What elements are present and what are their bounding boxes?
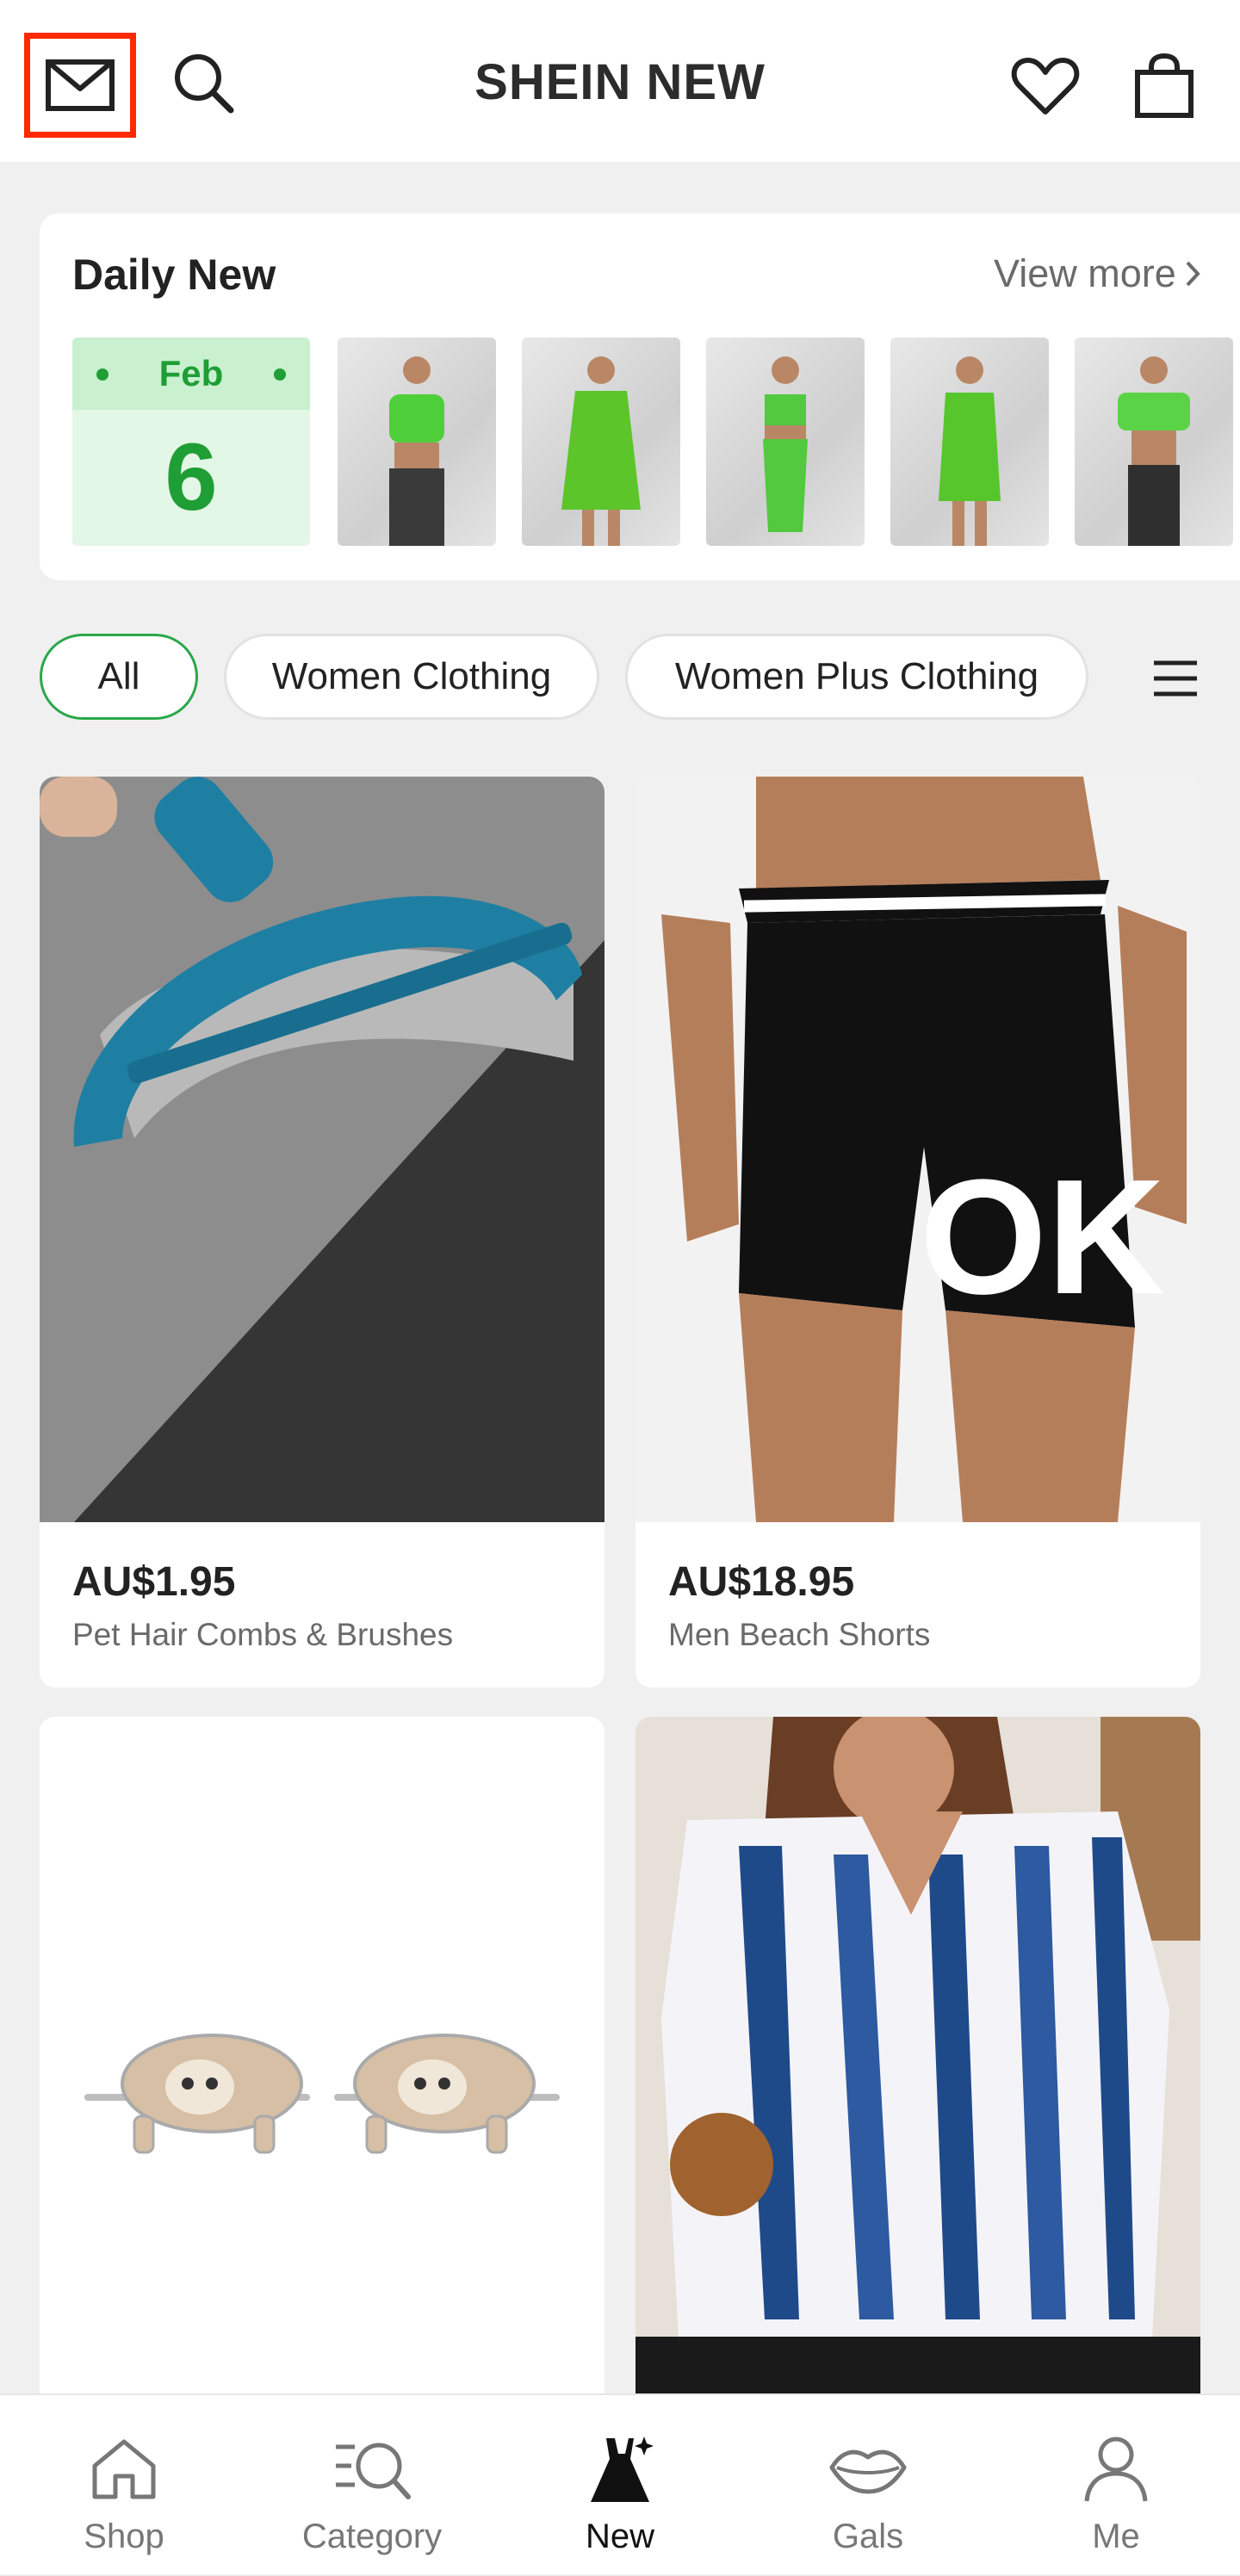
- chevron-right-icon: [1186, 261, 1200, 287]
- nav-label: Category: [301, 2517, 443, 2555]
- daily-new-thumbnail[interactable]: [522, 337, 680, 546]
- bottom-navigation: Shop Category New Gals Me: [0, 2393, 1240, 2574]
- person-icon: [1073, 2426, 1159, 2512]
- daily-new-thumbnail[interactable]: [706, 337, 865, 546]
- nav-label: Me: [1092, 2517, 1140, 2555]
- nav-shop[interactable]: Shop: [0, 2395, 248, 2576]
- product-card[interactable]: AU$1.95 Pet Hair Combs & Brushes: [40, 777, 604, 1687]
- daily-new-section: Daily New View more Feb 6: [40, 214, 1240, 580]
- product-name: Men Beach Shorts: [668, 1617, 931, 1652]
- daily-new-thumbnail[interactable]: [338, 337, 496, 546]
- dress-sparkle-icon: [577, 2426, 663, 2512]
- date-tile[interactable]: Feb 6: [72, 337, 310, 546]
- daily-new-thumbnail[interactable]: [890, 337, 1049, 546]
- product-name: Pet Hair Combs & Brushes: [72, 1617, 454, 1652]
- tab-all[interactable]: All: [40, 634, 198, 720]
- tab-women-clothing[interactable]: Women Clothing: [224, 634, 599, 720]
- tab-label: Women Plus Clothing: [674, 655, 1039, 697]
- tab-label: Women Clothing: [271, 655, 552, 697]
- product-card[interactable]: OK AU$18.95 Men Beach Shorts: [636, 777, 1200, 1687]
- product-card[interactable]: [636, 1717, 1200, 2393]
- product-image: [40, 1717, 604, 2393]
- tab-women-plus-clothing[interactable]: Women Plus Clothing: [625, 634, 1088, 720]
- hamburger-menu-icon: [1154, 660, 1197, 697]
- product-price: AU$1.95: [72, 1559, 236, 1605]
- nav-label: New: [585, 2517, 655, 2555]
- dot-decoration: [274, 368, 286, 381]
- shopping-bag-icon: [1135, 53, 1194, 118]
- top-bar: SHEIN NEW: [0, 0, 1240, 162]
- nav-label: Shop: [84, 2517, 164, 2555]
- date-month: Feb: [158, 353, 224, 393]
- dot-decoration: [96, 368, 108, 381]
- product-image: [40, 777, 604, 1522]
- nav-me[interactable]: Me: [992, 2395, 1240, 2576]
- cart-button[interactable]: [1119, 41, 1209, 131]
- nav-new[interactable]: New: [496, 2395, 744, 2576]
- date-day: 6: [164, 424, 218, 530]
- nav-label: Gals: [832, 2517, 904, 2555]
- category-search-icon: [329, 2426, 415, 2512]
- view-more-link[interactable]: View more: [994, 251, 1200, 296]
- product-image: [636, 1717, 1200, 2393]
- daily-new-thumbnail[interactable]: [1075, 337, 1233, 546]
- lips-icon: [825, 2426, 911, 2512]
- tab-label: All: [97, 655, 140, 697]
- daily-new-title: Daily New: [72, 251, 276, 299]
- product-price: AU$18.95: [668, 1559, 855, 1605]
- home-icon: [81, 2426, 167, 2512]
- shorts-print-text: OK: [920, 1146, 1165, 1328]
- product-card[interactable]: [40, 1717, 604, 2393]
- filter-menu-button[interactable]: [1145, 656, 1206, 701]
- wishlist-button[interactable]: [1001, 41, 1090, 131]
- category-filter-bar: All Women Clothing Women Plus Clothing: [0, 634, 1240, 723]
- nav-category[interactable]: Category: [248, 2395, 496, 2576]
- view-more-label: View more: [994, 251, 1176, 295]
- nav-gals[interactable]: Gals: [744, 2395, 992, 2576]
- product-image: OK: [636, 777, 1200, 1522]
- heart-icon: [1011, 58, 1080, 115]
